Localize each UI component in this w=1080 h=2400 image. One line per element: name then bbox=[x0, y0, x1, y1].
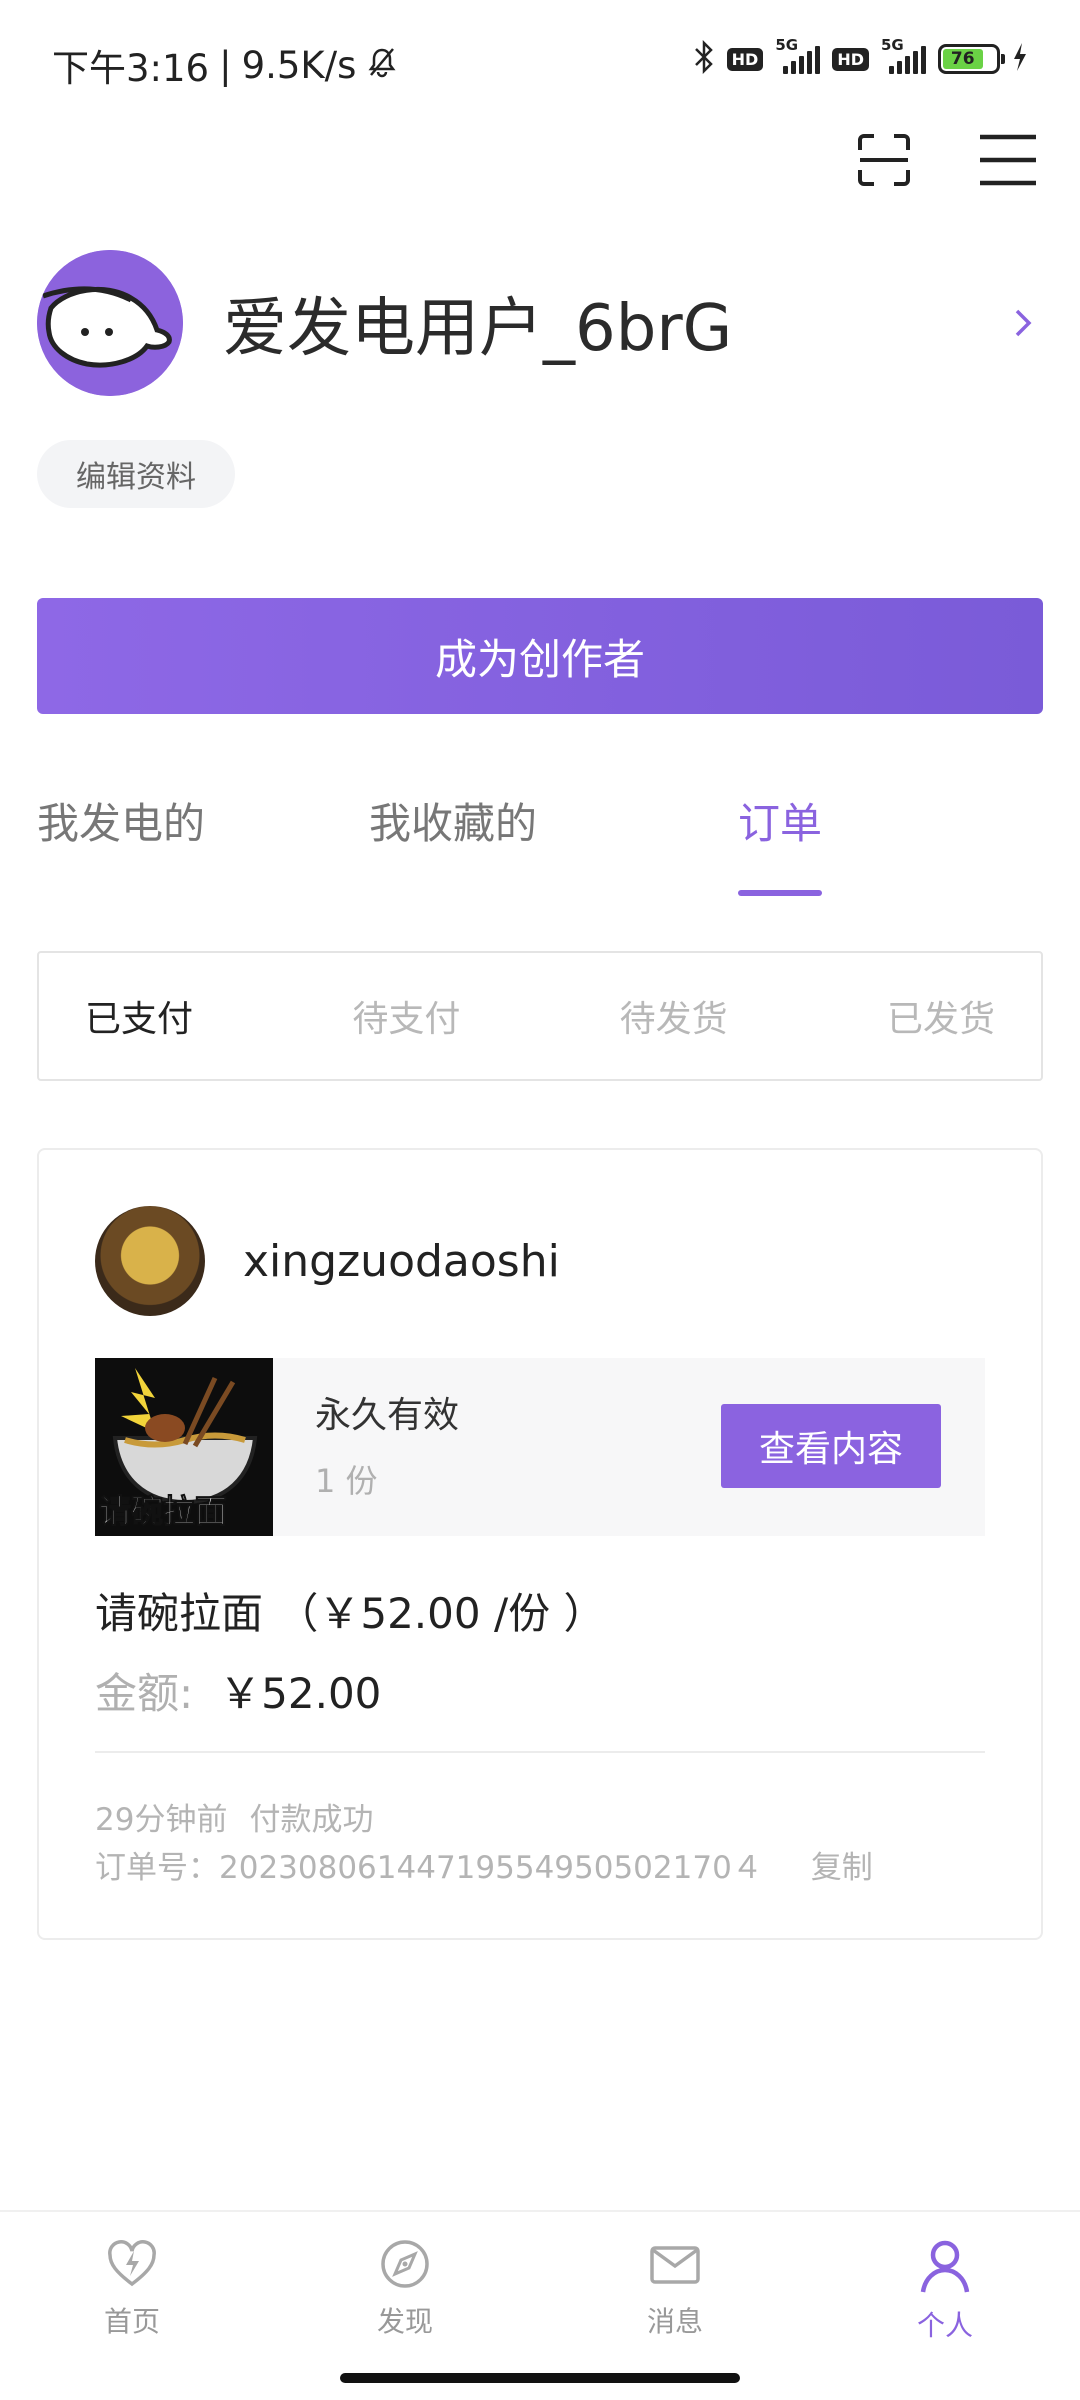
status-time-area: 下午3:16 | 9.5K/s bbox=[52, 38, 398, 92]
status-bar: 下午3:16 | 9.5K/s HD 5G HD 5G 76 bbox=[0, 0, 1080, 120]
status-indicators: HD 5G HD 5G 76 bbox=[693, 36, 1028, 78]
bottom-nav: 首页 发现 消息 个人 bbox=[0, 2210, 1080, 2400]
tab-favorites[interactable]: 我收藏的 bbox=[369, 790, 537, 851]
hd-badge: HD bbox=[832, 47, 869, 71]
order-card: xingzuodaoshi 请碗拉面 永久有效 1 份 查看内容 请碗拉面 （￥… bbox=[37, 1148, 1043, 1940]
hd-badge: HD bbox=[726, 47, 764, 71]
amount-label: 金额: bbox=[95, 1669, 194, 1718]
product-thumbnail: 请碗拉面 bbox=[95, 1358, 273, 1536]
tab-sponsored[interactable]: 我发电的 bbox=[37, 790, 205, 851]
discover-icon bbox=[379, 2238, 431, 2294]
order-time: 29分钟前 bbox=[95, 1802, 228, 1838]
hamburger-menu-icon bbox=[978, 133, 1038, 191]
status-network-speed: 9.5K/s bbox=[241, 43, 357, 87]
order-time-status: 29分钟前 付款成功 bbox=[95, 1794, 373, 1839]
tab-orders[interactable]: 订单 bbox=[738, 790, 822, 851]
product-row[interactable]: 请碗拉面 永久有效 1 份 查看内容 bbox=[95, 1358, 985, 1536]
charging-icon bbox=[1012, 42, 1028, 76]
username: 爱发电用户_6brG bbox=[223, 292, 733, 366]
signal-icon: 5G bbox=[881, 36, 926, 74]
order-status: 付款成功 bbox=[249, 1802, 374, 1838]
thumb-caption: 请碗拉面 bbox=[98, 1492, 228, 1531]
view-content-button[interactable]: 查看内容 bbox=[721, 1404, 941, 1488]
become-creator-button[interactable]: 成为创作者 bbox=[37, 598, 1043, 714]
main-tabs: 我发电的 我收藏的 订单 bbox=[37, 790, 1043, 900]
filter-paid[interactable]: 已支付 bbox=[85, 990, 193, 1042]
product-title: 请碗拉面 （￥52.00 /份 ） bbox=[95, 1589, 606, 1638]
copy-button[interactable]: 复制 bbox=[811, 1842, 873, 1887]
status-separator: | bbox=[219, 43, 232, 87]
quantity-text: 1 份 bbox=[315, 1462, 378, 1500]
active-tab-indicator bbox=[738, 890, 822, 896]
network-type: 5G bbox=[881, 36, 904, 54]
nav-discover[interactable]: 发现 bbox=[330, 2238, 480, 2340]
profile-header[interactable]: 爱发电用户_6brG bbox=[37, 250, 1043, 396]
filter-unpaid[interactable]: 待支付 bbox=[352, 990, 460, 1042]
nav-home-label: 首页 bbox=[103, 2305, 160, 2338]
filter-to-ship[interactable]: 待发货 bbox=[620, 990, 728, 1042]
nav-profile-label: 个人 bbox=[916, 2309, 973, 2342]
scan-button[interactable] bbox=[852, 130, 916, 194]
battery-level: 76 bbox=[943, 49, 983, 69]
chevron-right-icon[interactable] bbox=[1003, 303, 1043, 343]
home-indicator[interactable] bbox=[340, 2373, 740, 2383]
network-type: 5G bbox=[775, 36, 799, 54]
battery-icon: 76 bbox=[938, 44, 1005, 74]
nav-home[interactable]: 首页 bbox=[57, 2238, 207, 2340]
nav-messages[interactable]: 消息 bbox=[600, 2238, 750, 2340]
avatar[interactable] bbox=[37, 250, 183, 396]
divider bbox=[95, 1751, 985, 1753]
home-lightning-heart-icon bbox=[106, 2238, 158, 2294]
seller-name: xingzuodaoshi bbox=[243, 1235, 560, 1287]
order-number: 订单号：20230806144719554950502170４ bbox=[95, 1850, 763, 1886]
validity-text: 永久有效 bbox=[315, 1395, 460, 1436]
signal-icon: 5G bbox=[775, 36, 821, 74]
order-status-filter: 已支付 待支付 待发货 已发货 bbox=[37, 951, 1043, 1081]
nav-messages-label: 消息 bbox=[646, 2305, 703, 2338]
seller-avatar[interactable] bbox=[95, 1206, 205, 1316]
nav-profile[interactable]: 个人 bbox=[870, 2238, 1020, 2344]
edit-profile-button[interactable]: 编辑资料 bbox=[37, 440, 235, 508]
person-icon bbox=[917, 2238, 973, 2298]
status-time: 下午3:16 bbox=[52, 47, 210, 90]
mail-icon bbox=[649, 2238, 701, 2294]
filter-shipped[interactable]: 已发货 bbox=[887, 990, 995, 1042]
bluetooth-icon bbox=[693, 39, 715, 78]
menu-button[interactable] bbox=[976, 130, 1040, 194]
top-actions bbox=[852, 130, 1040, 194]
scan-icon bbox=[856, 132, 912, 192]
amount-value: ￥52.00 bbox=[219, 1669, 382, 1718]
seller-info[interactable]: xingzuodaoshi bbox=[95, 1206, 560, 1316]
nav-discover-label: 发现 bbox=[376, 2305, 433, 2338]
amount-row: 金额: ￥52.00 bbox=[95, 1660, 381, 1721]
mute-bell-icon bbox=[366, 44, 398, 87]
order-number-row: 订单号：20230806144719554950502170４ 复制 bbox=[95, 1842, 873, 1887]
